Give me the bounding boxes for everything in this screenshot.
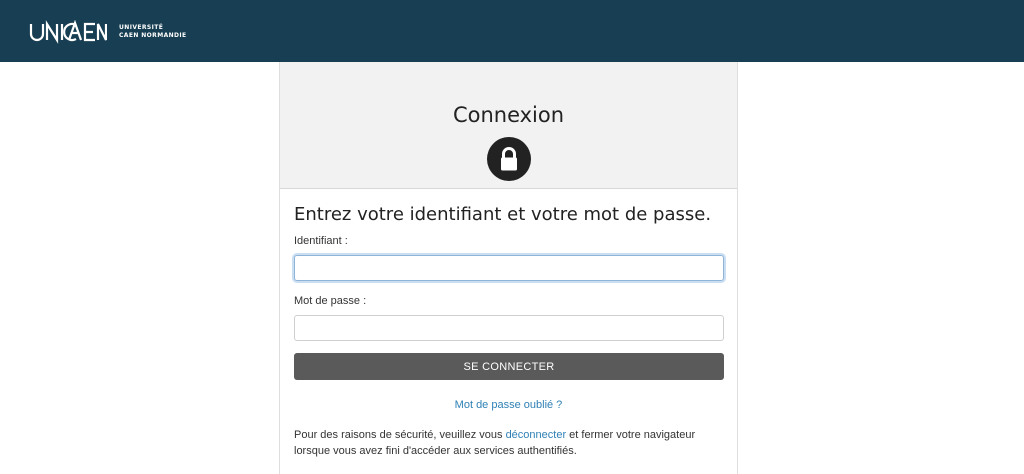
top-bar: UNIVERSITÉ CAEN NORMANDIE — [0, 0, 1024, 62]
password-input[interactable] — [294, 315, 724, 341]
logo-line-2: CAEN NORMANDIE — [119, 32, 187, 39]
forgot-password-link[interactable]: Mot de passe oublié ? — [280, 399, 737, 411]
password-label: Mot de passe : — [294, 295, 367, 307]
unicaen-logo-wordmark — [29, 20, 107, 44]
login-title: Connexion — [452, 103, 565, 127]
logout-link[interactable]: déconnecter — [506, 429, 567, 441]
notice-text-before: Pour des raisons de sécurité, veuillez v… — [294, 429, 506, 441]
username-label: Identifiant : — [294, 235, 348, 247]
lock-icon — [487, 137, 531, 181]
username-input[interactable] — [294, 255, 724, 281]
login-card-header: Connexion — [280, 62, 737, 189]
login-card: Connexion Entrez votre identifiant et vo… — [279, 62, 738, 474]
security-notice: Pour des raisons de sécurité, veuillez v… — [294, 427, 726, 459]
university-logo[interactable]: UNIVERSITÉ CAEN NORMANDIE — [29, 20, 187, 44]
logo-subtitle: UNIVERSITÉ CAEN NORMANDIE — [119, 24, 187, 40]
login-submit-button[interactable]: SE CONNECTER — [294, 353, 724, 380]
login-instructions: Entrez votre identifiant et votre mot de… — [294, 204, 712, 225]
logo-line-1: UNIVERSITÉ — [119, 24, 164, 31]
